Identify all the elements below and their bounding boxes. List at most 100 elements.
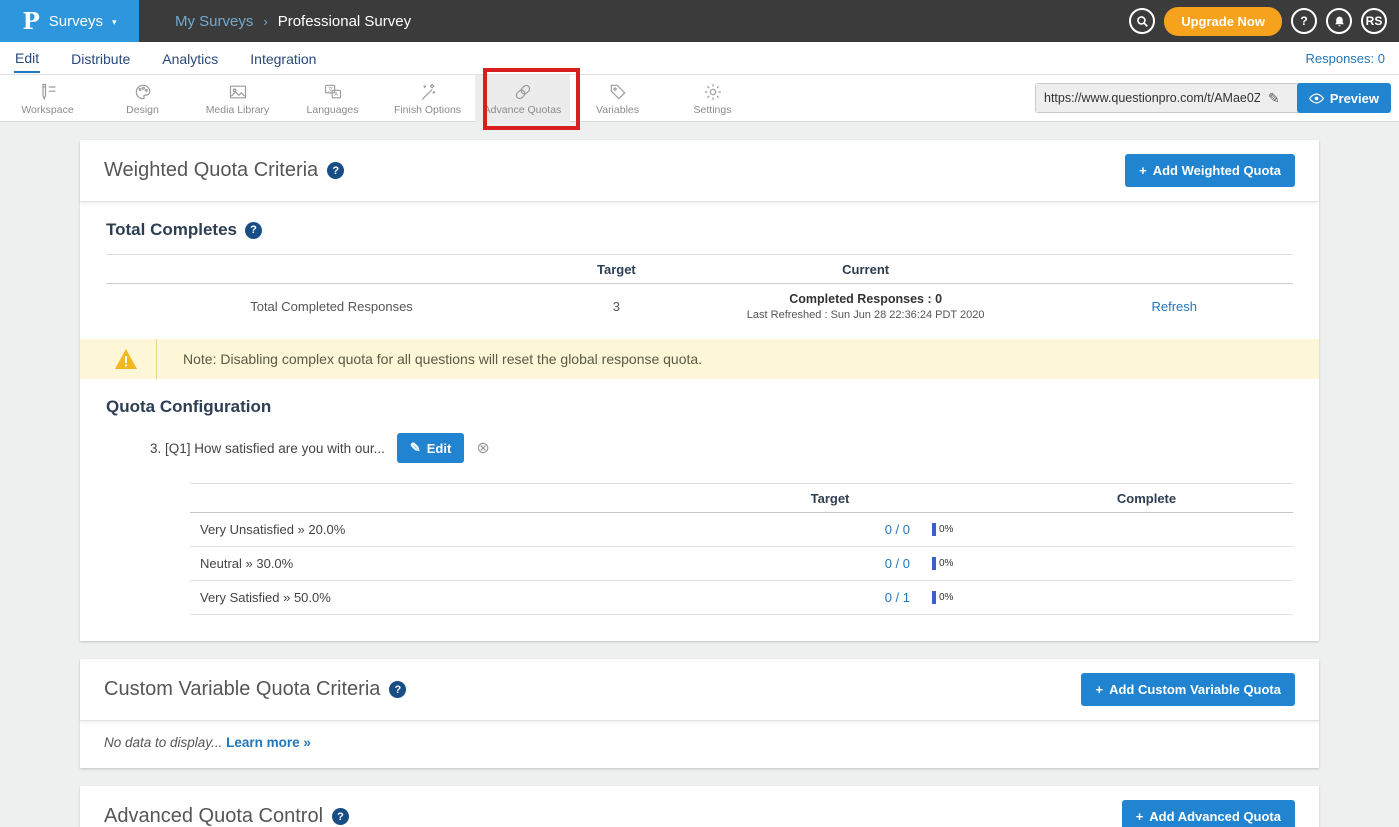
quota-question-row: 3. [Q1] How satisfied are you with our..…: [150, 433, 1293, 463]
palette-icon: [132, 82, 154, 102]
survey-url-input[interactable]: [1036, 84, 1268, 112]
column-current: Current: [676, 262, 1056, 277]
column-complete: Complete: [1000, 491, 1293, 506]
note-divider: [156, 339, 157, 379]
custom-variable-empty-state: No data to display... Learn more »: [80, 721, 1319, 768]
survey-url-group: ✎: [1035, 83, 1303, 113]
learn-more-link[interactable]: Learn more »: [226, 735, 311, 750]
progress-bar: [932, 523, 936, 536]
quota-question-label: 3. [Q1] How satisfied are you with our..…: [150, 441, 385, 456]
quota-target-value: 0 / 0: [750, 556, 910, 571]
questionpro-logo-icon: P: [22, 8, 39, 35]
warning-triangle-icon: [114, 348, 138, 370]
gear-icon: [702, 82, 724, 102]
responses-count[interactable]: Responses: 0: [1306, 51, 1386, 66]
product-name: Surveys: [49, 13, 103, 30]
weighted-quota-header: Weighted Quota Criteria ? + Add Weighted…: [80, 140, 1319, 202]
edit-url-icon[interactable]: ✎: [1268, 90, 1287, 107]
tag-icon: [607, 82, 629, 102]
edit-toolbar: Workspace Design Media Library 文A Langua…: [0, 75, 1399, 122]
add-weighted-quota-button[interactable]: + Add Weighted Quota: [1125, 154, 1295, 187]
advanced-quota-title: Advanced Quota Control ?: [104, 805, 349, 827]
notifications-button[interactable]: [1326, 8, 1352, 34]
refresh-link[interactable]: Refresh: [1151, 299, 1197, 314]
tab-edit[interactable]: Edit: [14, 43, 40, 73]
total-completes-table-header: Target Current: [106, 254, 1293, 284]
target-value: 3: [557, 299, 676, 314]
quota-configuration-title: Quota Configuration: [106, 379, 1293, 417]
search-icon: [1136, 15, 1149, 28]
surveys-menu[interactable]: P Surveys ▾: [0, 0, 139, 42]
quota-warning-note: Note: Disabling complex quota for all qu…: [80, 339, 1319, 379]
toolbar-media-library[interactable]: Media Library: [190, 75, 285, 122]
top-navbar: P Surveys ▾ My Surveys › Professional Su…: [0, 0, 1399, 42]
upgrade-now-button[interactable]: Upgrade Now: [1164, 7, 1282, 36]
table-row: Very Unsatisfied » 20.0% 0 / 0 0%: [190, 513, 1293, 547]
table-row: Total Completed Responses 3 Completed Re…: [106, 284, 1293, 335]
avatar-initials: RS: [1366, 14, 1383, 28]
total-responses-label: Total Completed Responses: [106, 299, 557, 314]
search-button[interactable]: [1129, 8, 1155, 34]
last-refreshed-timestamp: Last Refreshed : Sun Jun 28 22:36:24 PDT…: [676, 309, 1056, 321]
help-button[interactable]: ?: [1291, 8, 1317, 34]
preview-button[interactable]: Preview: [1297, 83, 1391, 113]
avatar[interactable]: RS: [1361, 8, 1387, 34]
toolbar-settings[interactable]: Settings: [665, 75, 760, 122]
tab-integration[interactable]: Integration: [249, 44, 317, 72]
advanced-quota-header: Advanced Quota Control ? + Add Advanced …: [80, 786, 1319, 827]
toolbar-languages[interactable]: 文A Languages: [285, 75, 380, 122]
custom-variable-quota-card: Custom Variable Quota Criteria ? + Add C…: [80, 659, 1319, 768]
custom-variable-header: Custom Variable Quota Criteria ? + Add C…: [80, 659, 1319, 721]
note-text: Note: Disabling complex quota for all qu…: [183, 351, 702, 367]
magic-wand-icon: [417, 82, 439, 102]
column-target: Target: [750, 491, 910, 506]
progress-bar: [932, 557, 936, 570]
toolbar-variables[interactable]: Variables: [570, 75, 665, 122]
chevron-down-icon: ▾: [112, 17, 117, 28]
translate-icon: 文A: [322, 82, 344, 102]
toolbar-finish-options[interactable]: Finish Options: [380, 75, 475, 122]
bell-icon: [1333, 15, 1346, 28]
breadcrumb: My Surveys › Professional Survey: [175, 13, 411, 30]
tab-analytics[interactable]: Analytics: [161, 44, 219, 72]
weighted-quota-title: Weighted Quota Criteria ?: [104, 159, 344, 182]
quota-option-label: Very Satisfied » 50.0%: [190, 590, 750, 605]
no-data-text: No data to display...: [104, 735, 222, 750]
image-icon: [227, 82, 249, 102]
custom-variable-title: Custom Variable Quota Criteria ?: [104, 678, 406, 701]
plus-icon: +: [1139, 163, 1147, 178]
advanced-quota-card: Advanced Quota Control ? + Add Advanced …: [80, 786, 1319, 827]
add-custom-variable-quota-button[interactable]: + Add Custom Variable Quota: [1081, 673, 1295, 706]
plus-icon: +: [1095, 682, 1103, 697]
completed-responses-value: Completed Responses : 0: [676, 292, 1056, 306]
question-icon: ?: [1300, 14, 1307, 28]
svg-text:文: 文: [327, 85, 333, 93]
percent-value: 0%: [939, 592, 953, 603]
edit-quota-button[interactable]: ✎ Edit: [397, 433, 464, 463]
advanced-quota-help-icon[interactable]: ?: [332, 808, 349, 825]
total-completes-table: Target Current Total Completed Responses…: [106, 254, 1293, 335]
quota-target-value: 0 / 0: [750, 522, 910, 537]
remove-quota-icon[interactable]: ⊗: [476, 438, 489, 458]
breadcrumb-survey-title: Professional Survey: [278, 13, 411, 30]
toolbar-workspace[interactable]: Workspace: [0, 75, 95, 122]
tab-distribute[interactable]: Distribute: [70, 44, 131, 72]
svg-text:A: A: [334, 92, 338, 98]
add-advanced-quota-button[interactable]: + Add Advanced Quota: [1122, 800, 1295, 827]
custom-variable-help-icon[interactable]: ?: [389, 681, 406, 698]
edit-pencil-icon: ✎: [410, 440, 421, 456]
main-content: Weighted Quota Criteria ? + Add Weighted…: [0, 122, 1399, 827]
toolbar-advance-quotas[interactable]: Advance Quotas: [475, 75, 570, 122]
eye-icon: [1309, 93, 1324, 104]
breadcrumb-my-surveys[interactable]: My Surveys: [175, 13, 253, 30]
survey-tabbar: Edit Distribute Analytics Integration Re…: [0, 42, 1399, 75]
weighted-help-icon[interactable]: ?: [327, 162, 344, 179]
plus-icon: +: [1136, 809, 1144, 824]
quota-configuration-section: Quota Configuration 3. [Q1] How satisfie…: [80, 379, 1319, 641]
toolbar-design[interactable]: Design: [95, 75, 190, 122]
total-completes-help-icon[interactable]: ?: [245, 222, 262, 239]
progress-bar: [932, 591, 936, 604]
workspace-icon: [37, 82, 59, 102]
navbar-actions: Upgrade Now ? RS: [1129, 0, 1387, 42]
table-row: Neutral » 30.0% 0 / 0 0%: [190, 547, 1293, 581]
